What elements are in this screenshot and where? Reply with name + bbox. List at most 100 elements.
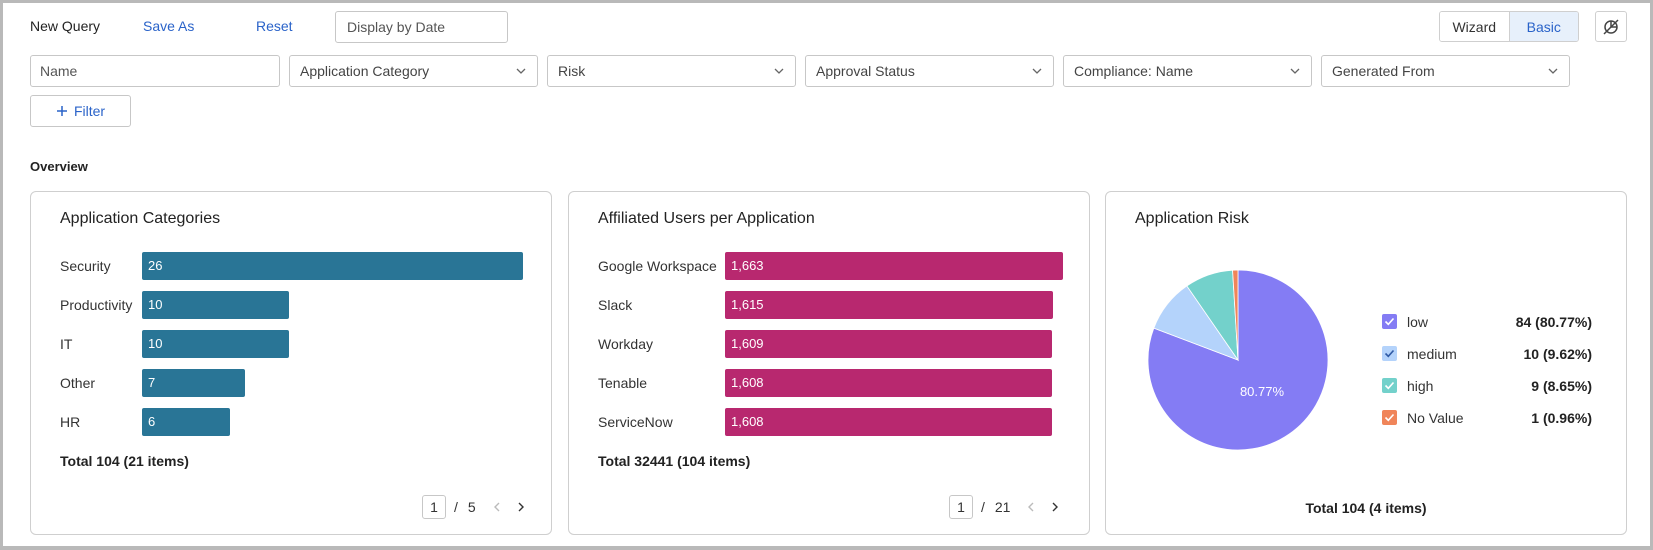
legend-value: 84 (80.77%) (1515, 314, 1592, 330)
pagination: 1 / 5 (422, 495, 528, 519)
bar[interactable]: 1,608 (725, 369, 1052, 397)
bar-row: IT 10 (31, 330, 551, 358)
legend-item[interactable]: No Value 1 (0.96%) (1382, 406, 1592, 438)
bar-category-label: Slack (598, 297, 633, 313)
bar[interactable]: 1,608 (725, 408, 1052, 436)
reset-link[interactable]: Reset (256, 18, 293, 34)
query-window: New Query Save As Reset Wizard Basic App… (0, 0, 1653, 550)
plus-icon (56, 106, 67, 116)
compliance-name-select[interactable]: Compliance: Name (1063, 55, 1312, 87)
card-title: Affiliated Users per Application (598, 210, 815, 227)
risk-select[interactable]: Risk (547, 55, 796, 87)
legend-item[interactable]: low 84 (80.77%) (1382, 310, 1592, 342)
chevron-down-icon (774, 68, 784, 74)
chevron-right-icon[interactable] (1048, 500, 1062, 514)
legend-checkbox[interactable] (1382, 314, 1397, 329)
bar-category-label: Other (60, 375, 96, 391)
bar-row: Other 7 (31, 369, 551, 397)
chevron-right-icon[interactable] (514, 500, 528, 514)
pagination: 1 / 21 (949, 495, 1062, 519)
page-separator: / (454, 499, 458, 515)
add-filter-label: Filter (73, 103, 106, 119)
bar-row: Slack 1,615 (569, 291, 1089, 319)
generated-from-label: Generated From (1332, 63, 1435, 79)
display-by-date-input[interactable] (335, 11, 508, 43)
risk-legend: low 84 (80.77%) medium 10 (9.62%) high 9 (8.6… (1382, 310, 1592, 438)
application-categories-card: Application Categories Security 26 Product… (30, 191, 552, 535)
legend-label: low (1407, 314, 1429, 330)
bar-category-label: IT (60, 336, 73, 352)
bar[interactable]: 10 (142, 330, 289, 358)
chevron-down-icon (516, 68, 526, 74)
legend-label: high (1407, 378, 1434, 394)
check-icon (1384, 413, 1395, 422)
add-filter-button[interactable]: Filter (30, 95, 131, 127)
check-icon (1384, 381, 1395, 390)
bar[interactable]: 1,609 (725, 330, 1052, 358)
bar[interactable]: 26 (142, 252, 523, 280)
bar-row: HR 6 (31, 408, 551, 436)
bar[interactable]: 10 (142, 291, 289, 319)
card-total: Total 32441 (104 items) (598, 453, 751, 469)
legend-item[interactable]: high 9 (8.65%) (1382, 374, 1592, 406)
card-title: Application Categories (60, 210, 221, 227)
legend-label: No Value (1407, 410, 1464, 426)
pie-slice-label: 80.77% (1240, 384, 1285, 399)
bar[interactable]: 1,663 (725, 252, 1063, 280)
compliance-name-label: Compliance: Name (1074, 63, 1194, 79)
card-total: Total 104 (21 items) (60, 453, 189, 469)
bar-category-label: Google Workspace (598, 258, 717, 274)
bar[interactable]: 7 (142, 369, 245, 397)
page-separator: / (981, 499, 985, 515)
application-risk-card: Application Risk 80.77% low 84 (80.77%) me… (1105, 191, 1627, 535)
bar-category-label: Security (60, 258, 111, 274)
bar-row: Tenable 1,608 (569, 369, 1089, 397)
hide-chart-button[interactable] (1595, 11, 1627, 42)
bar-row: ServiceNow 1,608 (569, 408, 1089, 436)
bar-row: Google Workspace 1,663 (569, 252, 1089, 280)
bar-row: Security 26 (31, 252, 551, 280)
bar-category-label: ServiceNow (598, 414, 673, 430)
legend-value: 10 (9.62%) (1523, 346, 1592, 362)
bar-category-label: HR (60, 414, 81, 430)
application-category-select[interactable]: Application Category (289, 55, 538, 87)
check-icon (1384, 349, 1395, 358)
approval-status-label: Approval Status (816, 63, 915, 79)
legend-checkbox[interactable] (1382, 346, 1397, 361)
check-icon (1384, 317, 1395, 326)
wizard-mode-button[interactable]: Wizard (1440, 12, 1510, 41)
risk-label: Risk (558, 63, 586, 79)
legend-label: medium (1407, 346, 1457, 362)
name-filter-input[interactable] (30, 55, 280, 87)
page-number-input[interactable]: 1 (949, 495, 973, 519)
bar-row: Productivity 10 (31, 291, 551, 319)
chevron-down-icon (1290, 68, 1300, 74)
chevron-down-icon (1548, 68, 1558, 74)
toolbar: New Query Save As Reset Wizard Basic (3, 3, 1650, 49)
legend-checkbox[interactable] (1382, 378, 1397, 393)
bar-category-label: Productivity (60, 297, 133, 313)
page-total: 5 (467, 499, 476, 515)
generated-from-select[interactable]: Generated From (1321, 55, 1570, 87)
legend-item[interactable]: medium 10 (9.62%) (1382, 342, 1592, 374)
bar[interactable]: 6 (142, 408, 230, 436)
bar[interactable]: 1,615 (725, 291, 1053, 319)
chevron-left-icon[interactable] (490, 500, 504, 514)
card-total: Total 104 (4 items) (1305, 500, 1427, 516)
approval-status-select[interactable]: Approval Status (805, 55, 1054, 87)
chart-off-icon (1603, 18, 1619, 35)
bar-row: Workday 1,609 (569, 330, 1089, 358)
save-as-link[interactable]: Save As (143, 18, 194, 34)
page-total: 21 (994, 499, 1011, 515)
bar-category-label: Tenable (598, 375, 648, 391)
legend-checkbox[interactable] (1382, 410, 1397, 425)
risk-pie-chart: 80.77% (1148, 270, 1329, 451)
mode-toggle: Wizard Basic (1439, 11, 1579, 42)
affiliated-users-card: Affiliated Users per Application Google … (568, 191, 1090, 535)
card-title: Application Risk (1135, 210, 1249, 227)
chevron-down-icon (1032, 68, 1042, 74)
chevron-left-icon[interactable] (1024, 500, 1038, 514)
page-number-input[interactable]: 1 (422, 495, 446, 519)
basic-mode-button[interactable]: Basic (1509, 12, 1578, 41)
legend-value: 9 (8.65%) (1531, 378, 1592, 394)
